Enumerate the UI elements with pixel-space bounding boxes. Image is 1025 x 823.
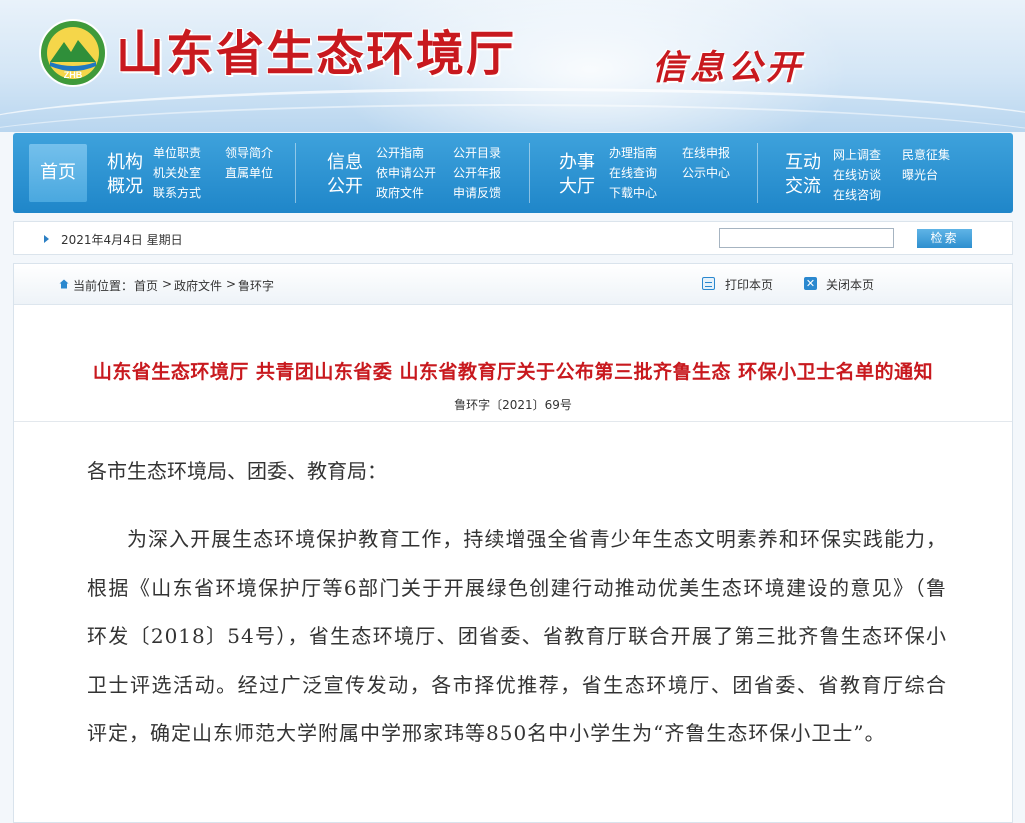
close-page-link[interactable]: 关闭本页 — [826, 276, 874, 293]
close-icon[interactable]: ✕ — [804, 277, 817, 290]
site-banner: ZHB 山东省生态环境厅 信息公开 — [0, 0, 1025, 132]
nav-link[interactable]: 直属单位 — [225, 165, 273, 181]
nav-link[interactable]: 在线咨询 — [833, 187, 881, 203]
nav-link[interactable]: 申请反馈 — [453, 185, 501, 201]
print-page-link[interactable]: 打印本页 — [725, 276, 773, 293]
arrow-right-icon — [44, 235, 49, 243]
nav-link[interactable]: 办理指南 — [609, 145, 657, 161]
nav-link[interactable]: 民意征集 — [902, 147, 950, 163]
current-date: 2021年4月4日 星期日 — [61, 233, 183, 247]
document-salutation: 各市生态环境局、团委、教育局： — [87, 459, 387, 483]
logo-text: ZHB — [64, 70, 83, 80]
nav-divider — [757, 143, 758, 203]
article-panel: 当前位置： 首页 > 政府文件 > 鲁环字 打印本页 ✕ 关闭本页 山东省生态环… — [13, 263, 1013, 823]
site-title: 山东省生态环境厅 — [116, 26, 517, 82]
breadcrumb-item-current[interactable]: 鲁环字 — [238, 277, 274, 294]
document-number: 鲁环字〔2021〕69号 — [454, 398, 572, 412]
nav-link[interactable]: 公开目录 — [453, 145, 501, 161]
nav-divider — [295, 143, 296, 203]
document-paragraph: 为深入开展生态环境保护教育工作，持续增强全省青少年生态文明素养和环保实践能力，根… — [87, 527, 947, 745]
nav-link[interactable]: 下载中心 — [609, 185, 657, 201]
nav-link[interactable]: 单位职责 — [153, 145, 201, 161]
nav-link[interactable]: 依申请公开 — [376, 165, 436, 181]
breadcrumb-prefix: 当前位置： — [73, 279, 134, 293]
nav-link[interactable]: 联系方式 — [153, 185, 201, 201]
search-button[interactable]: 检索 — [917, 229, 972, 248]
title-divider — [14, 421, 1012, 422]
nav-group-title[interactable]: 信息 公开 — [325, 151, 365, 199]
nav-link[interactable]: 领导简介 — [225, 145, 273, 161]
nav-group-title-line: 互动 — [785, 152, 821, 173]
nav-group-title-line: 概况 — [107, 176, 143, 197]
nav-link[interactable]: 在线访谈 — [833, 167, 881, 183]
nav-group-title[interactable]: 机构 概况 — [105, 151, 145, 199]
nav-link[interactable]: 公开指南 — [376, 145, 424, 161]
nav-group-title-line: 信息 — [327, 152, 363, 173]
nav-group-title-line: 公开 — [327, 176, 363, 197]
breadcrumb-bar: 当前位置： 首页 > 政府文件 > 鲁环字 打印本页 ✕ 关闭本页 — [14, 264, 1012, 305]
breadcrumb-item-home[interactable]: 首页 — [134, 277, 158, 294]
nav-home-button[interactable]: 首页 — [29, 144, 87, 202]
document-title: 山东省生态环境厅 共青团山东省委 山东省教育厅关于公布第三批齐鲁生态 环保小卫士… — [92, 361, 934, 383]
banner-slogan: 信息公开 — [652, 48, 804, 88]
search-input[interactable] — [719, 228, 894, 248]
nav-group-title-line: 机构 — [107, 152, 143, 173]
home-icon — [59, 279, 69, 289]
nav-divider — [529, 143, 530, 203]
nav-group-title[interactable]: 互动 交流 — [783, 151, 823, 199]
site-logo-icon: ZHB — [39, 19, 107, 87]
nav-group-title-line: 大厅 — [559, 176, 595, 197]
nav-link[interactable]: 公开年报 — [453, 165, 501, 181]
breadcrumb-item-gov-docs[interactable]: 政府文件 — [174, 277, 222, 294]
nav-group-title-line: 交流 — [785, 176, 821, 197]
nav-link[interactable]: 在线查询 — [609, 165, 657, 181]
date-search-bar: 2021年4月4日 星期日 检索 — [13, 221, 1013, 255]
nav-link[interactable]: 网上调查 — [833, 147, 881, 163]
nav-link[interactable]: 曝光台 — [902, 167, 938, 183]
breadcrumb-separator: > — [162, 277, 173, 291]
nav-link[interactable]: 公示中心 — [682, 165, 730, 181]
nav-link[interactable]: 政府文件 — [376, 185, 424, 201]
nav-link[interactable]: 在线申报 — [682, 145, 730, 161]
nav-group-title[interactable]: 办事 大厅 — [557, 151, 597, 199]
printer-icon[interactable] — [702, 277, 715, 290]
nav-group-title-line: 办事 — [559, 152, 595, 173]
main-nav: 首页 机构 概况 单位职责 领导简介 机关处室 直属单位 联系方式 信息 公开 … — [13, 133, 1013, 213]
nav-link[interactable]: 机关处室 — [153, 165, 201, 181]
breadcrumb-separator: > — [226, 277, 237, 291]
